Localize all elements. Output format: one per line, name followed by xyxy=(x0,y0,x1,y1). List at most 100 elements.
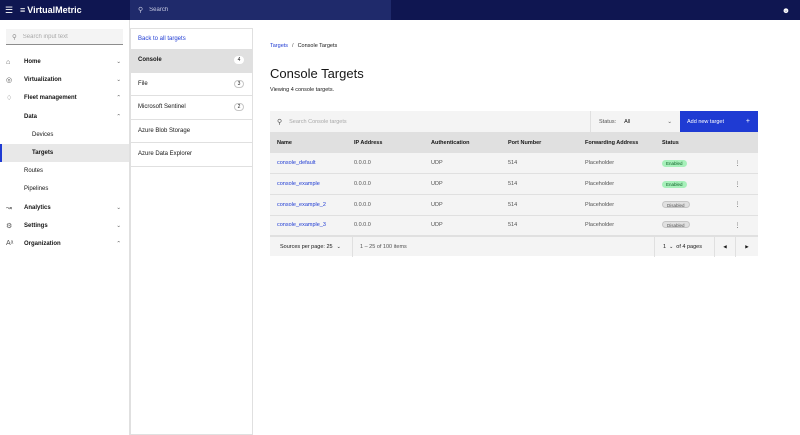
port-number-cell: 514 xyxy=(508,181,518,188)
sidebar-item-data[interactable]: Data ⌃ xyxy=(0,108,129,126)
total-pages-label: of 4 pages xyxy=(676,244,702,251)
port-number-cell: 514 xyxy=(508,160,518,167)
brand-logo[interactable]: ≡ VirtualMetric xyxy=(20,5,130,15)
overflow-menu-icon[interactable]: ⋮ xyxy=(717,174,758,195)
plus-icon: + xyxy=(745,118,750,125)
forwarding-address-cell: Placeholder xyxy=(585,201,615,208)
sidebar-item-label: Devices xyxy=(32,131,54,138)
top-header: ☰ ≡ VirtualMetric ⚲ ☻ xyxy=(0,0,800,20)
target-type-label: File xyxy=(138,80,148,87)
sidebar-item-organization[interactable]: Aᵃ Organization ⌃ xyxy=(0,235,129,253)
status-badge: Enabled xyxy=(662,159,687,167)
logo-mark-icon: ≡ xyxy=(20,5,26,15)
authentication-cell: UDP xyxy=(431,181,443,188)
table-row[interactable]: console_example_3 0.0.0.0 UDP 514 Placeh… xyxy=(270,215,758,236)
chevron-down-icon: ⌄ xyxy=(116,204,121,211)
authentication-cell: UDP xyxy=(431,222,443,229)
back-to-all-targets-link[interactable]: Back to all targets xyxy=(131,29,252,49)
target-type-label: Console xyxy=(138,57,162,64)
chevron-up-icon: ⌃ xyxy=(116,113,121,120)
user-icon[interactable]: ☻ xyxy=(778,0,794,20)
sidebar-item-targets[interactable]: Targets xyxy=(0,143,129,163)
column-header-forwarding-address[interactable]: Forwarding Address xyxy=(578,132,655,153)
port-number-cell: 514 xyxy=(508,201,518,208)
target-type-azure-data-explorer[interactable]: Azure Data Explorer xyxy=(131,143,252,167)
page-select-dropdown[interactable]: 1 ⌄ of 4 pages xyxy=(654,237,715,258)
target-type-microsoft-sentinel[interactable]: Microsoft Sentinel 2 xyxy=(131,96,252,120)
sidebar-item-settings[interactable]: ⚙ Settings ⌄ xyxy=(0,217,129,235)
overflow-menu-icon[interactable]: ⋮ xyxy=(717,153,758,174)
status-badge: Disabled xyxy=(662,200,690,208)
target-type-file[interactable]: File 3 xyxy=(131,73,252,96)
table-row[interactable]: console_default 0.0.0.0 UDP 514 Placehol… xyxy=(270,153,758,174)
column-header-authentication[interactable]: Authentication xyxy=(424,132,501,153)
sidebar-item-virtualization[interactable]: ◎ Virtualization ⌄ xyxy=(0,71,129,89)
table-row[interactable]: console_example_2 0.0.0.0 UDP 514 Placeh… xyxy=(270,194,758,216)
sidebar-item-label: Routes xyxy=(24,168,44,175)
overflow-menu-icon[interactable]: ⋮ xyxy=(717,215,758,236)
breadcrumb-current: Console Targets xyxy=(297,43,338,49)
sidebar-search-input[interactable] xyxy=(22,33,113,40)
sidebar-item-label: Analytics xyxy=(24,204,51,211)
current-page: 1 xyxy=(663,244,667,251)
target-types-panel: Back to all targets Console 4 File 3 Mic… xyxy=(130,28,253,435)
sidebar: ⚲ ⌂ Home ⌄ ◎ Virtualization ⌄ ♢ Fleet ma… xyxy=(0,20,130,435)
column-header-name[interactable]: Name xyxy=(270,132,347,153)
location-pin-icon: ♢ xyxy=(6,95,13,103)
gear-icon: ⚙ xyxy=(6,222,13,230)
table-search-input[interactable] xyxy=(289,118,540,125)
hamburger-menu-icon[interactable]: ☰ xyxy=(2,0,16,20)
target-type-azure-blob-storage[interactable]: Azure Blob Storage xyxy=(131,120,252,143)
items-per-page-dropdown[interactable]: Sources per page: 25 ⌄ xyxy=(270,236,353,257)
main-content: Targets / Console Targets Console Target… xyxy=(270,28,758,258)
global-search[interactable]: ⚲ xyxy=(130,0,391,20)
sidebar-item-fleet-management[interactable]: ♢ Fleet management ⌃ xyxy=(0,89,129,107)
column-header-port-number[interactable]: Port Number xyxy=(501,132,578,153)
target-name-link[interactable]: console_example_3 xyxy=(270,215,347,236)
status-filter-dropdown[interactable]: Status: All ⌄ xyxy=(590,111,680,132)
target-name-link[interactable]: console_example xyxy=(270,174,347,195)
previous-page-button[interactable]: ◀ xyxy=(715,237,736,258)
chevron-up-icon: ⌃ xyxy=(116,240,121,247)
sidebar-item-analytics[interactable]: ↝ Analytics ⌄ xyxy=(0,199,129,217)
add-new-target-button[interactable]: Add new target + xyxy=(680,111,758,132)
sidebar-item-pipelines[interactable]: Pipelines xyxy=(0,180,129,198)
next-page-button[interactable]: ▶ xyxy=(736,237,758,257)
search-icon: ⚲ xyxy=(277,118,283,126)
table-toolbar: ⚲ Status: All ⌄ Add new target + xyxy=(270,111,758,132)
sidebar-item-label: Targets xyxy=(32,150,54,157)
column-header-ip-address[interactable]: IP Address xyxy=(347,132,424,153)
sidebar-item-label: Fleet management xyxy=(24,95,77,102)
forwarding-address-cell: Placeholder xyxy=(585,160,615,167)
breadcrumb: Targets / Console Targets xyxy=(270,41,758,51)
sidebar-item-label: Home xyxy=(24,59,41,66)
authentication-cell: UDP xyxy=(431,201,443,208)
overflow-menu-icon[interactable]: ⋮ xyxy=(717,194,758,215)
caret-right-icon: ▶ xyxy=(745,244,749,250)
ip-address-cell: 0.0.0.0 xyxy=(354,201,371,208)
count-badge: 3 xyxy=(234,79,244,88)
pagination-range: 1 – 25 of 100 items xyxy=(360,243,407,250)
status-cell: Disabled xyxy=(655,215,717,236)
chevron-down-icon: ⌄ xyxy=(116,77,121,84)
target-name-link[interactable]: console_example_2 xyxy=(270,194,347,215)
target-type-label: Azure Data Explorer xyxy=(138,151,193,158)
pagination-bar: Sources per page: 25 ⌄ 1 – 25 of 100 ite… xyxy=(270,236,758,258)
sidebar-item-routes[interactable]: Routes xyxy=(0,162,129,180)
brand-name: VirtualMetric xyxy=(27,5,82,15)
count-badge: 4 xyxy=(234,56,244,65)
column-header-actions xyxy=(717,132,758,153)
breadcrumb-targets-link[interactable]: Targets xyxy=(270,43,288,49)
target-type-console[interactable]: Console 4 xyxy=(131,49,252,73)
target-name-link[interactable]: console_default xyxy=(270,153,347,174)
targets-table: Name IP Address Authentication Port Numb… xyxy=(270,132,758,236)
caret-left-icon: ◀ xyxy=(723,244,727,250)
items-per-page-label: Sources per page: 25 xyxy=(280,243,333,250)
sidebar-search[interactable]: ⚲ xyxy=(6,29,123,45)
global-search-input[interactable] xyxy=(149,7,350,13)
table-row[interactable]: console_example 0.0.0.0 UDP 514 Placehol… xyxy=(270,173,758,195)
sidebar-item-home[interactable]: ⌂ Home ⌄ xyxy=(0,53,129,71)
target-type-label: Azure Blob Storage xyxy=(138,127,191,134)
column-header-status[interactable]: Status xyxy=(655,132,717,153)
sidebar-item-devices[interactable]: Devices xyxy=(0,126,129,144)
